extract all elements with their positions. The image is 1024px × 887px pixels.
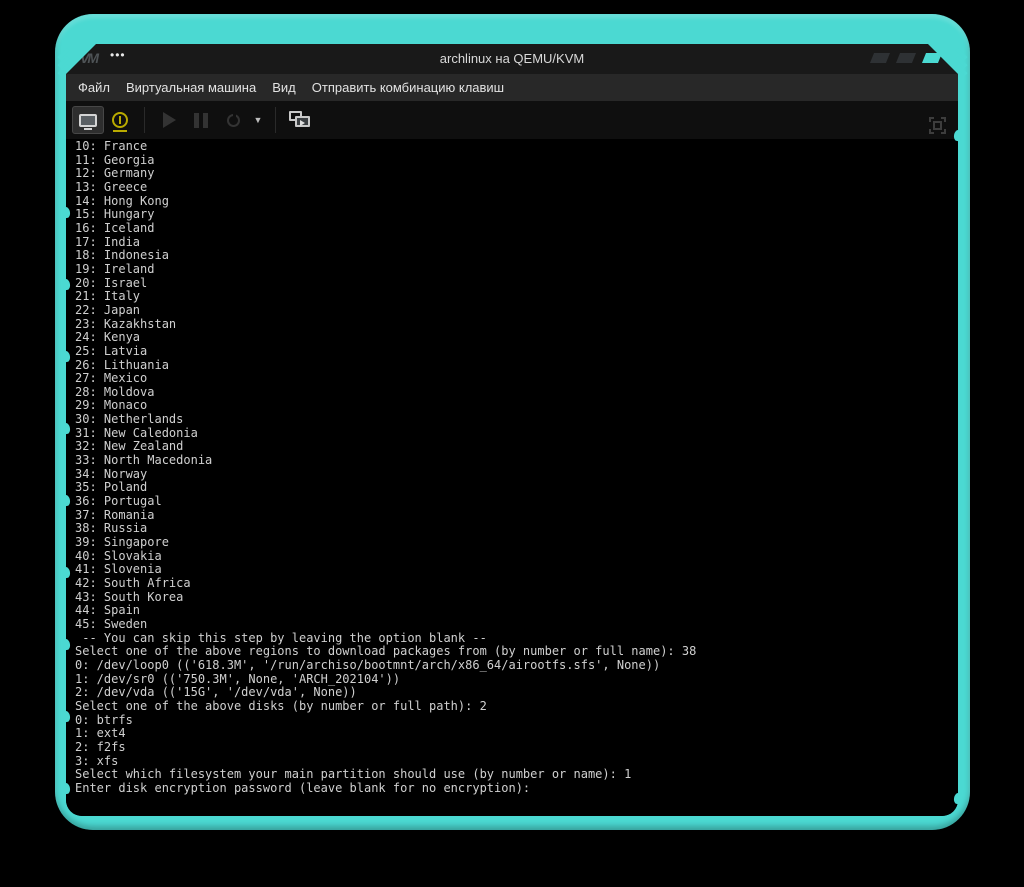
terminal-line: Select one of the above regions to downl… — [75, 644, 697, 659]
terminal-line: 1: /dev/sr0 (('750.3M', None, 'ARCH_2021… — [75, 671, 401, 686]
terminal-line: 10: France — [75, 139, 148, 153]
device-frame: VM ••• archlinux на QEMU/KVM Файл Виртуал… — [55, 14, 970, 830]
desktop-background: VM ••• archlinux на QEMU/KVM Файл Виртуал… — [0, 0, 1024, 887]
menu-item-2[interactable]: Виртуальная машина — [118, 76, 264, 99]
terminal-line: 31: New Caledonia — [75, 425, 198, 440]
terminal-line: Enter disk encryption password (leave bl… — [75, 780, 531, 795]
terminal-line: 0: /dev/loop0 (('618.3M', '/run/archiso/… — [75, 657, 661, 672]
terminal-line: 18: Indonesia — [75, 248, 169, 263]
fullscreen-icon — [929, 116, 946, 134]
toolbar: ▼ — [66, 101, 958, 139]
menu-item-1[interactable]: Файл — [70, 76, 118, 99]
terminal-line: Select which filesystem your main partit… — [75, 767, 632, 782]
menu-item-4[interactable]: Отправить комбинацию клавиш — [304, 76, 512, 99]
terminal-line: 35: Poland — [75, 480, 148, 495]
terminal-line: 20: Israel — [75, 275, 148, 290]
maximize-button[interactable] — [895, 53, 917, 63]
hardware-details-button[interactable] — [104, 106, 136, 134]
terminal-line: 0: btrfs — [75, 712, 133, 727]
terminal-line: 45: Sweden — [75, 616, 148, 631]
displays-icon — [289, 111, 311, 129]
window-title: archlinux на QEMU/KVM — [439, 51, 585, 66]
terminal-line: 40: Slovakia — [75, 548, 162, 563]
terminal-line: 44: Spain — [75, 603, 141, 618]
toolbar-separator — [275, 107, 276, 133]
terminal-line: 34: Norway — [75, 466, 148, 481]
terminal-line: 13: Greece — [75, 179, 148, 194]
run-vm-button[interactable] — [153, 106, 185, 134]
terminal-line: 2: f2fs — [75, 739, 126, 754]
terminal-line: 23: Kazakhstan — [75, 316, 177, 331]
terminal-line: 12: Germany — [75, 166, 155, 181]
terminal-line: 15: Hungary — [75, 207, 155, 222]
terminal-line: 14: Hong Kong — [75, 193, 169, 208]
shutdown-vm-button[interactable] — [217, 106, 249, 134]
terminal-line: 1: ext4 — [75, 726, 126, 741]
terminal-line: -- You can skip this step by leaving the… — [75, 630, 487, 645]
play-icon — [162, 112, 176, 128]
terminal-line: 37: Romania — [75, 507, 155, 522]
terminal-line: 16: Iceland — [75, 220, 155, 235]
toolbar-separator — [144, 107, 145, 133]
console-monitor-icon — [79, 113, 97, 130]
terminal-line: 22: Japan — [75, 302, 141, 317]
menu-bar: Файл Виртуальная машина Вид Отправить комби… — [66, 74, 958, 101]
terminal-line: 26: Lithuania — [75, 357, 169, 372]
guest-console-viewport[interactable]: 10: France 11: Georgia 12: Germany 13: Gree… — [66, 139, 958, 816]
minimize-button[interactable] — [869, 53, 891, 63]
terminal-line: 32: New Zealand — [75, 439, 184, 454]
terminal-line: 42: South Africa — [75, 576, 191, 590]
terminal-line: 24: Kenya — [75, 330, 141, 345]
terminal-line: 33: North Macedonia — [75, 453, 213, 468]
terminal-line: 11: Georgia — [75, 152, 155, 167]
terminal-line: 25: Latvia — [75, 343, 148, 358]
terminal-line: 21: Italy — [75, 289, 141, 304]
pause-vm-button[interactable] — [185, 106, 217, 134]
terminal-line: 19: Ireland — [75, 261, 155, 276]
console-view-button[interactable] — [72, 106, 104, 134]
frame-tick-icon — [953, 129, 962, 142]
power-icon — [226, 111, 240, 127]
terminal-line: 30: Netherlands — [75, 412, 184, 427]
window-controls — [869, 53, 943, 63]
terminal-line: 39: Singapore — [75, 535, 169, 550]
chevron-down-icon: ▼ — [253, 115, 263, 125]
frame-tick-icon — [953, 792, 962, 805]
terminal-line: 38: Russia — [75, 521, 148, 536]
shutdown-menu-button[interactable]: ▼ — [249, 106, 267, 134]
titlebar[interactable]: VM ••• archlinux на QEMU/KVM — [66, 44, 958, 74]
terminal-line: 2: /dev/vda (('15G', '/dev/vda', None)) — [75, 685, 357, 700]
virtual-displays-button[interactable] — [284, 106, 316, 134]
lightbulb-details-icon — [112, 112, 128, 132]
terminal-line: 3: xfs — [75, 753, 119, 768]
terminal-line: 17: India — [75, 234, 141, 249]
virt-manager-window: VM ••• archlinux на QEMU/KVM Файл Виртуал… — [66, 44, 958, 816]
fullscreen-button[interactable] — [914, 111, 946, 139]
menu-item-3[interactable]: Вид — [264, 76, 304, 99]
terminal-line: 27: Mexico — [75, 371, 148, 386]
terminal-line: Select one of the above disks (by number… — [75, 698, 487, 713]
pause-icon — [194, 112, 208, 128]
terminal-line: 43: South Korea — [75, 589, 184, 604]
terminal-line: 29: Monaco — [75, 398, 148, 413]
terminal-line: 41: Slovenia — [75, 562, 162, 577]
terminal-line: 28: Moldova — [75, 384, 155, 399]
terminal-line: 36: Portugal — [75, 494, 162, 509]
